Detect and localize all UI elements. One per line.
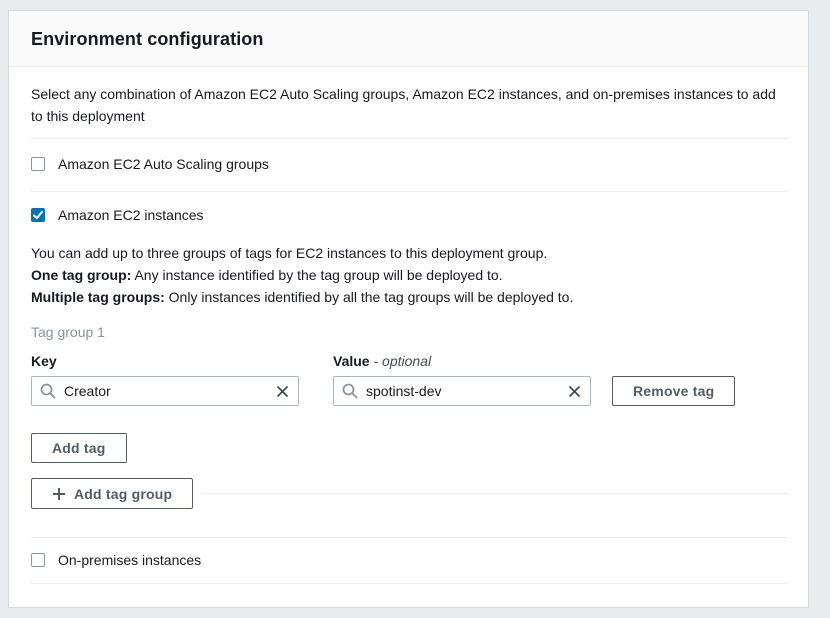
close-icon <box>275 384 290 399</box>
tag-help-line1: You can add up to three groups of tags f… <box>31 245 547 261</box>
key-label: Key <box>31 353 299 369</box>
panel-title: Environment configuration <box>31 29 786 50</box>
value-clear-button[interactable] <box>564 381 585 402</box>
value-search-box <box>333 376 591 406</box>
checkbox-row-ec2-instances: Amazon EC2 instances <box>31 192 788 223</box>
checkmark-icon <box>33 211 43 220</box>
tag-form-row: Key Value - optional <box>31 353 788 406</box>
add-tag-group-button[interactable]: Add tag group <box>31 478 193 509</box>
add-tag-group-row: Add tag group <box>31 478 788 509</box>
environment-configuration-panel: Environment configuration Select any com… <box>8 10 809 608</box>
checkbox-row-auto-scaling-groups: Amazon EC2 Auto Scaling groups <box>31 139 788 191</box>
key-clear-button[interactable] <box>272 381 293 402</box>
value-label: Value - optional <box>333 353 591 369</box>
tag-group-title: Tag group 1 <box>31 324 788 340</box>
add-tag-button[interactable]: Add tag <box>31 433 127 463</box>
key-column: Key <box>31 353 299 406</box>
tag-help-line2-rest: Any instance identified by the tag group… <box>131 267 502 283</box>
panel-body: Select any combination of Amazon EC2 Aut… <box>9 67 808 584</box>
on-premises-label: On-premises instances <box>58 552 201 568</box>
ec2-instances-checkbox[interactable] <box>31 208 45 222</box>
value-label-text: Value <box>333 353 370 369</box>
panel-header: Environment configuration <box>9 11 808 67</box>
tag-help-line2-bold: One tag group: <box>31 267 131 283</box>
remove-tag-column: Remove tag <box>612 376 735 406</box>
key-search-box <box>31 376 299 406</box>
tag-help-line3-bold: Multiple tag groups: <box>31 289 165 305</box>
ec2-instances-label: Amazon EC2 instances <box>58 207 204 223</box>
auto-scaling-groups-checkbox[interactable] <box>31 157 45 171</box>
plus-icon <box>52 487 66 501</box>
divider <box>31 583 788 584</box>
tag-help-text: You can add up to three groups of tags f… <box>31 242 788 308</box>
key-input[interactable] <box>31 376 299 406</box>
remove-tag-button[interactable]: Remove tag <box>612 376 735 406</box>
value-column: Value - optional <box>333 353 591 406</box>
auto-scaling-groups-label: Amazon EC2 Auto Scaling groups <box>58 156 269 172</box>
on-premises-checkbox[interactable] <box>31 553 45 567</box>
divider <box>202 493 788 494</box>
close-icon <box>567 384 582 399</box>
tag-help-line3-rest: Only instances identified by all the tag… <box>165 289 574 305</box>
value-input[interactable] <box>333 376 591 406</box>
value-optional-suffix: - optional <box>373 353 431 369</box>
panel-description: Select any combination of Amazon EC2 Aut… <box>31 83 786 127</box>
add-tag-group-label: Add tag group <box>74 486 172 502</box>
checkbox-row-on-premises: On-premises instances <box>31 538 788 583</box>
